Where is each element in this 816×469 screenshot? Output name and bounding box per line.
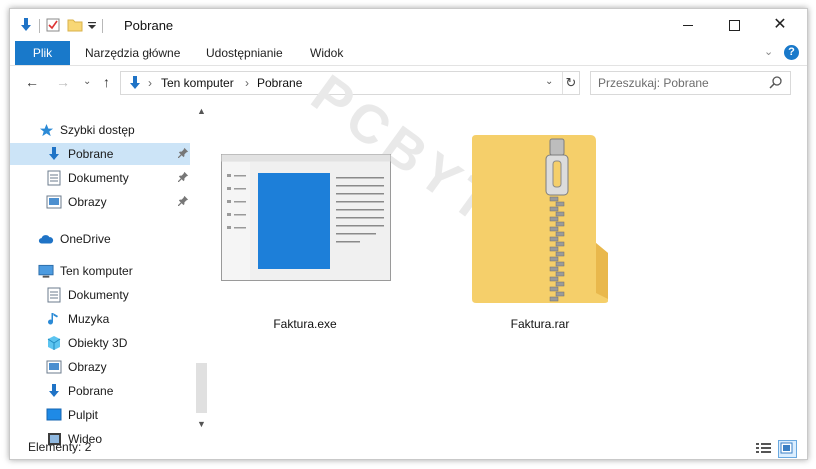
nav-item-pictures[interactable]: Obrazy [10, 356, 190, 378]
tab-home[interactable]: Narzędzia główne [85, 41, 180, 65]
search-input[interactable]: Przeszukaj: Pobrane [590, 71, 791, 95]
nav-item-this-pc[interactable]: Ten komputer [10, 260, 190, 282]
nav-item-3d-objects[interactable]: Obiekty 3D [10, 332, 190, 354]
computer-icon [38, 263, 54, 279]
nav-item-label: OneDrive [60, 232, 111, 246]
nav-item-label: Obrazy [68, 360, 107, 374]
navigation-bar: ← → ⌄ ↑ › Ten komputer › Pobrane ⌄ ↻ Prz… [10, 66, 807, 100]
cube-3d-icon [46, 335, 62, 351]
maximize-icon [728, 19, 740, 31]
file-item-rar[interactable]: Faktura.rar [450, 109, 630, 334]
nav-item-onedrive[interactable]: OneDrive [10, 228, 190, 250]
large-icons-view-icon[interactable] [778, 440, 797, 458]
nav-item-label: Dokumenty [68, 171, 129, 185]
new-folder-icon[interactable] [67, 17, 83, 36]
nav-item-quick-access[interactable]: Szybki dostęp [10, 119, 190, 141]
scroll-up-icon[interactable]: ▲ [197, 106, 206, 116]
nav-item-label: Ten komputer [60, 264, 133, 278]
music-icon [46, 311, 62, 327]
nav-pane-scrollbar[interactable]: ▲ ▼ [193, 101, 210, 436]
nav-item-label: Obiekty 3D [68, 336, 128, 350]
download-folder-icon [46, 146, 62, 162]
toolbar-separator [39, 19, 40, 33]
tab-view[interactable]: Widok [310, 41, 343, 65]
close-icon: ✕ [773, 16, 787, 33]
pictures-icon [46, 194, 62, 210]
search-icon[interactable] [769, 75, 783, 92]
explorer-window: Pobrane ✕ Plik Narzędzia główne Udostępn… [9, 8, 808, 460]
nav-item-downloads-pinned[interactable]: Pobrane [10, 143, 190, 165]
nav-item-label: Szybki dostęp [60, 123, 135, 137]
nav-item-pictures-pinned[interactable]: Obrazy [10, 191, 190, 213]
refresh-icon[interactable]: ↻ [562, 72, 579, 94]
file-name: Faktura.rar [510, 317, 570, 331]
quick-access-toolbar [18, 16, 108, 36]
nav-item-label: Muzyka [68, 312, 110, 326]
breadcrumb-downloads[interactable]: Pobrane [257, 76, 302, 90]
nav-item-label: Dokumenty [68, 288, 129, 302]
nav-item-downloads[interactable]: Pobrane [10, 380, 190, 402]
search-placeholder: Przeszukaj: Pobrane [598, 76, 709, 90]
pin-icon[interactable] [178, 171, 189, 185]
documents-icon [46, 170, 62, 186]
tab-share[interactable]: Udostępnianie [206, 41, 283, 65]
address-bar[interactable]: › Ten komputer › Pobrane ⌄ ↻ [120, 71, 580, 95]
nav-item-documents[interactable]: Dokumenty [10, 284, 190, 306]
back-arrow-icon[interactable]: ← [25, 74, 39, 90]
items-count: Elementy: 2 [28, 440, 92, 454]
download-arrow-icon[interactable] [18, 17, 34, 36]
ribbon-expand-chevron-icon[interactable]: ⌄ [764, 45, 773, 58]
documents-icon [46, 287, 62, 303]
cloud-icon [38, 231, 54, 247]
maximize-button[interactable] [711, 9, 757, 41]
desktop-icon [46, 407, 62, 423]
pictures-icon [46, 359, 62, 375]
title-bar: Pobrane ✕ [10, 9, 807, 41]
up-arrow-icon[interactable]: ↑ [103, 74, 110, 90]
download-folder-icon [46, 383, 62, 399]
application-window-icon [221, 154, 391, 284]
customize-dropdown-icon[interactable] [87, 17, 97, 36]
nav-item-documents-pinned[interactable]: Dokumenty [10, 167, 190, 189]
nav-item-label: Pulpit [68, 408, 99, 422]
nav-item-label: Pobrane [68, 147, 114, 161]
navigation-pane: Szybki dostęp Pobrane Dokumenty Obrazy O… [10, 101, 210, 446]
toolbar-separator [102, 19, 103, 33]
details-view-icon[interactable] [755, 440, 772, 456]
ribbon: Plik Narzędzia główne Udostępnianie Wido… [10, 41, 807, 66]
nav-item-desktop[interactable]: Pulpit [10, 404, 190, 426]
star-icon [38, 122, 54, 138]
pin-icon[interactable] [178, 195, 189, 209]
close-button[interactable]: ✕ [757, 9, 803, 41]
window-title: Pobrane [124, 18, 174, 33]
nav-item-music[interactable]: Muzyka [10, 308, 190, 330]
file-item-exe[interactable]: Faktura.exe [215, 109, 395, 334]
breadcrumb-separator[interactable]: › [148, 76, 152, 90]
minimize-icon [683, 24, 693, 26]
tab-file[interactable]: Plik [15, 41, 70, 65]
nav-item-label: Pobrane [68, 384, 114, 398]
properties-icon[interactable] [45, 17, 61, 36]
pin-icon[interactable] [178, 147, 189, 161]
file-list: Faktura.exe Faktura.rar [215, 109, 800, 429]
status-bar: Elementy: 2 [10, 437, 807, 459]
breadcrumb-separator[interactable]: › [245, 76, 249, 90]
recent-locations-chevron-icon[interactable]: ⌄ [83, 76, 91, 87]
help-icon[interactable]: ? [784, 45, 799, 60]
breadcrumb-this-pc[interactable]: Ten komputer [161, 76, 234, 90]
scroll-down-icon[interactable]: ▼ [197, 419, 206, 429]
forward-arrow-icon[interactable]: → [56, 74, 70, 90]
address-dropdown-icon[interactable]: ⌄ [545, 76, 553, 87]
minimize-button[interactable] [665, 9, 711, 41]
scrollbar-thumb[interactable] [196, 363, 207, 413]
nav-item-label: Obrazy [68, 195, 107, 209]
zip-folder-icon [470, 133, 610, 308]
file-name: Faktura.exe [273, 317, 337, 331]
download-folder-icon [127, 75, 143, 94]
